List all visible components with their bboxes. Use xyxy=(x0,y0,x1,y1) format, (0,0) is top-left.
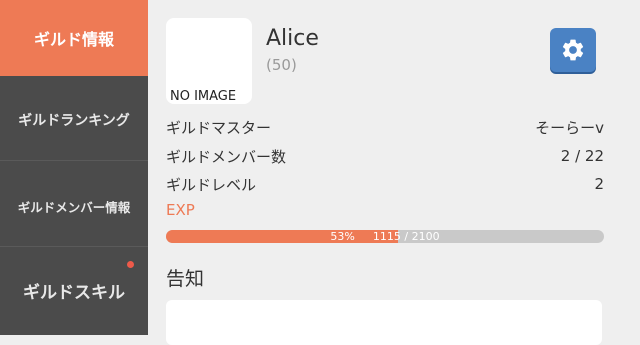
sidebar-divider xyxy=(0,160,148,161)
guild-member-count-row: ギルドメンバー数 2 / 22 xyxy=(166,143,604,169)
sidebar: ギルド情報 ギルドランキング ギルドメンバー情報 ギルドスキル xyxy=(0,0,148,335)
guild-info-panel: NO IMAGE Alice (50) ギルドマスター そーらーv ギルドメンバ… xyxy=(148,0,640,345)
sidebar-item-label: ギルド情報 xyxy=(33,30,114,49)
exp-current: 1115 xyxy=(372,230,401,243)
guild-member-count-label: ギルドメンバー数 xyxy=(166,147,287,166)
guild-thumbnail: NO IMAGE xyxy=(166,18,252,104)
notice-box xyxy=(166,300,602,345)
settings-button[interactable] xyxy=(550,28,596,72)
sidebar-divider xyxy=(0,246,148,247)
sidebar-item-label: ギルドランキング xyxy=(18,113,130,129)
notice-title: 告知 xyxy=(166,268,205,290)
guild-level-label: ギルドレベル xyxy=(166,175,257,194)
notification-dot xyxy=(127,261,134,268)
sidebar-item-guild-ranking[interactable]: ギルドランキング xyxy=(0,82,148,158)
no-image-text: NO IMAGE xyxy=(170,89,237,104)
sidebar-item-label: ギルドメンバー情報 xyxy=(17,199,131,215)
gear-icon xyxy=(562,39,584,61)
guild-level-row: ギルドレベル 2 xyxy=(166,171,604,197)
exp-progress-bar: 53% 1115 / 2100 xyxy=(166,230,604,243)
exp-label: EXP xyxy=(166,201,195,219)
guild-member-count-value: 2 / 22 xyxy=(560,147,604,165)
sidebar-item-label: ギルドスキル xyxy=(23,282,125,303)
exp-progress-text: 53% 1115 / 2100 xyxy=(330,230,440,243)
guild-master-value: そーらーv xyxy=(535,118,604,137)
sidebar-item-guild-info[interactable]: ギルド情報 xyxy=(0,0,148,76)
guild-master-label: ギルドマスター xyxy=(166,118,272,137)
guild-level-value: 2 xyxy=(594,175,604,193)
guild-master-row: ギルドマスター そーらーv xyxy=(166,114,604,140)
exp-percent: 53% xyxy=(330,230,355,243)
sidebar-item-guild-skill[interactable]: ギルドスキル xyxy=(0,252,148,328)
guild-name: Alice xyxy=(266,26,319,51)
guild-level-text: (50) xyxy=(266,56,297,74)
sidebar-item-guild-members[interactable]: ギルドメンバー情報 xyxy=(0,168,148,244)
exp-max: 2100 xyxy=(411,230,440,243)
